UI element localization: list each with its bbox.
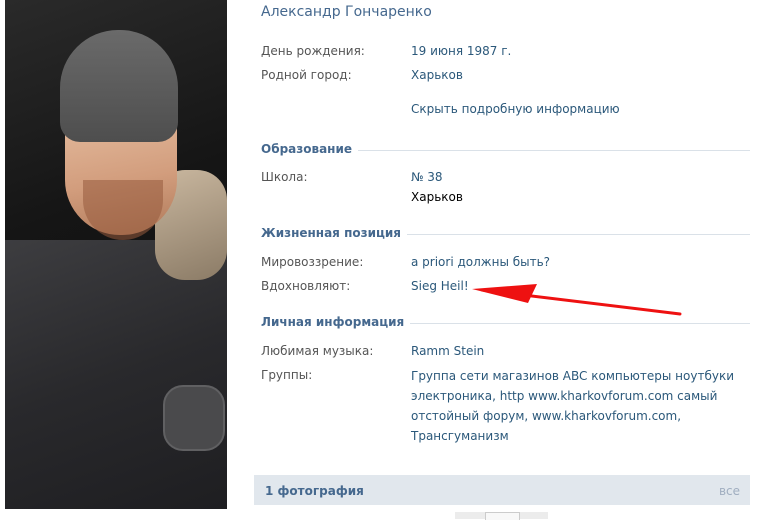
arrow-head — [472, 284, 537, 303]
red-arrow-annotation — [472, 284, 682, 316]
